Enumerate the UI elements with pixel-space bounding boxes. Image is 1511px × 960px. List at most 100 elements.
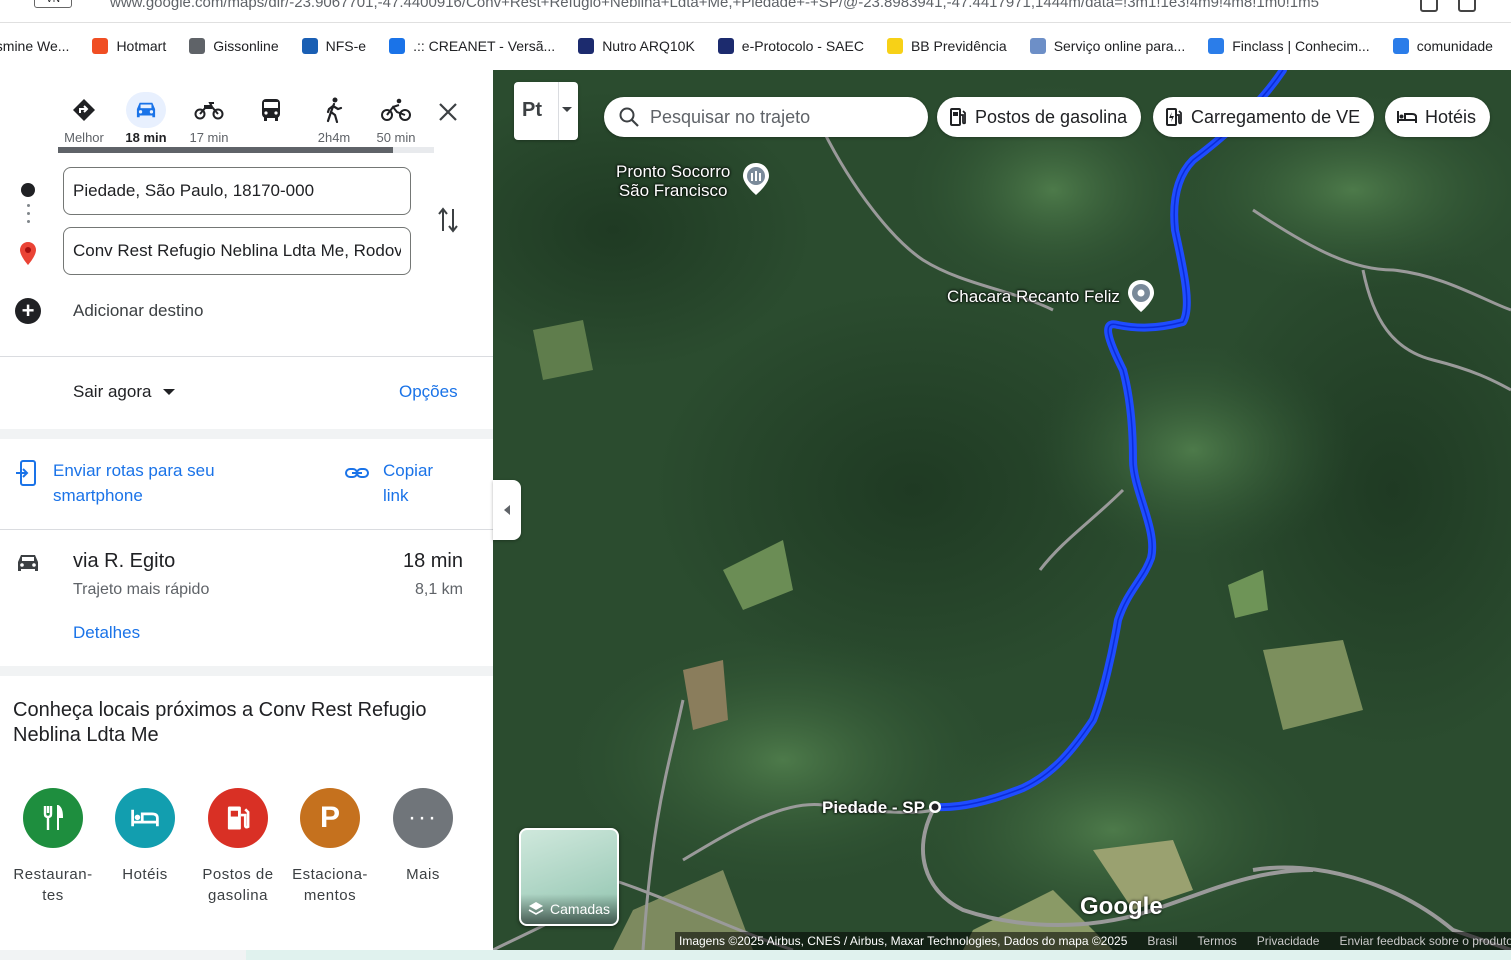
nearby-category[interactable]: P Estaciona- mentos (284, 788, 376, 906)
screenshot-icon[interactable] (1458, 0, 1476, 12)
details-link[interactable]: Detalhes (73, 623, 140, 643)
chip-ev-charging[interactable]: Carregamento de VE (1153, 97, 1375, 137)
add-destination-button[interactable]: + Adicionar destino (15, 298, 203, 324)
caret-down-icon (163, 389, 176, 395)
send-to-phone-button[interactable]: Enviar rotas para seu smartphone (15, 458, 243, 508)
bookmark-item[interactable]: BB Previdência (875, 38, 1018, 54)
bookmark-item[interactable]: Finclass | Conhecim... (1196, 38, 1380, 54)
bookmark-item[interactable]: Hotmart (80, 38, 177, 54)
bookmark-item[interactable]: e-Protocolo - SAEC (706, 38, 875, 54)
chip-hotels[interactable]: Hotéis (1385, 97, 1491, 137)
bookmark-item[interactable]: NFS-e (290, 38, 377, 54)
hotel-icon (115, 788, 175, 848)
pt-label: Pt (522, 99, 542, 121)
send-to-phone-label: Enviar rotas para seu smartphone (53, 461, 215, 505)
bookmark-item[interactable]: Serviço online para... (1018, 38, 1197, 54)
bookmark-favicon-icon (886, 38, 903, 54)
destination-input[interactable] (63, 227, 411, 275)
travel-mode-motorcycle[interactable]: 17 min (184, 92, 234, 145)
bookmark-item[interactable]: comunidade (1381, 38, 1504, 54)
link-icon (345, 468, 369, 478)
address-bar[interactable]: VN www.google.com/maps/dir/-23.9067701,-… (0, 0, 1511, 23)
url-text[interactable]: www.google.com/maps/dir/-23.9067701,-47.… (110, 0, 1319, 11)
hospital-pin-icon[interactable] (741, 162, 771, 196)
layers-button[interactable]: Camadas (519, 828, 619, 926)
route-dots-icon (27, 204, 30, 228)
travel-mode-best[interactable]: Melhor (59, 92, 109, 145)
swap-directions-icon[interactable] (436, 205, 460, 235)
travel-mode-walk[interactable]: 2h4m (309, 92, 359, 145)
collapse-panel-button[interactable] (493, 480, 521, 540)
hotel-icon (1397, 111, 1417, 123)
travel-mode-bike[interactable]: 50 min (371, 92, 421, 145)
bookmark-label: Gissonline (213, 38, 279, 54)
bookmark-item[interactable]: .:: CREANET - Versã... (377, 38, 566, 54)
bookmark-label: asmine We... (0, 38, 70, 54)
car-icon (126, 92, 166, 128)
search-icon (619, 107, 639, 127)
chip-gas-stations[interactable]: Postos de gasolina (937, 97, 1142, 137)
travel-mode-transit[interactable] (246, 92, 296, 130)
nearby-category[interactable]: ··· Mais (377, 788, 469, 885)
terms-link[interactable]: Termos (1197, 934, 1236, 948)
bookmark-item[interactable]: Nutro ARQ10K (566, 38, 706, 54)
chip-hotels-label: Hotéis (1425, 106, 1477, 127)
nearby-category[interactable]: Postos de gasolina (192, 788, 284, 906)
place-origin-city[interactable]: Piedade - SP (822, 798, 925, 818)
bookmark-label: .:: CREANET - Versã... (413, 38, 556, 54)
options-button[interactable]: Opções (399, 382, 458, 402)
search-along-route[interactable] (604, 97, 928, 137)
map-canvas[interactable] (493, 70, 1511, 950)
cast-icon[interactable] (1420, 0, 1438, 12)
transliteration-button[interactable]: Pt (514, 82, 578, 140)
bookmark-label: Hotmart (116, 38, 167, 54)
bookmark-favicon-icon (1392, 38, 1409, 54)
place-pin-icon[interactable] (1126, 279, 1156, 313)
bookmarks-bar: asmine We... Hotmart Gissonline NFS-e .:: CR… (0, 23, 1511, 69)
copy-link-button[interactable]: Copiar link (345, 458, 453, 508)
map-attribution: Imagens ©2025 Airbus, CNES / Airbus, Max… (675, 932, 1511, 950)
travel-mode-selector: Melhor 18 min 17 min 2h4m 50 min (52, 92, 442, 150)
place-hospital[interactable]: Pronto Socorro São Francisco (616, 162, 730, 200)
route-distance: 8,1 km (414, 581, 463, 598)
feedback-link[interactable]: Enviar feedback sobre o produto (1339, 934, 1511, 948)
nearby-category[interactable]: Hotéis (99, 788, 191, 885)
directions-panel: Melhor 18 min 17 min 2h4m 50 min + Adicionar… (0, 70, 493, 960)
bike-icon (371, 92, 421, 128)
google-logo: Google (1080, 893, 1163, 920)
travel-mode-car[interactable]: 18 min (121, 92, 171, 145)
route-subtitle: Trajeto mais rápido (73, 581, 210, 598)
gas-station-icon (950, 108, 966, 126)
route-option[interactable]: via R. Egito Trajeto mais rápido 18 min … (0, 540, 493, 665)
divider (558, 82, 559, 140)
place-farm[interactable]: Chacara Recanto Feliz (947, 287, 1120, 307)
bookmark-label: BB Previdência (910, 38, 1007, 54)
origin-input[interactable] (63, 167, 411, 215)
chip-gas-stations-label: Postos de gasolina (975, 106, 1128, 127)
bookmark-label: Nutro ARQ10K (602, 38, 695, 54)
layers-icon (528, 902, 544, 915)
country-label: Brasil (1147, 934, 1178, 948)
close-icon[interactable] (436, 100, 460, 124)
nearby-category[interactable]: Restauran- tes (7, 788, 99, 906)
bookmark-item[interactable]: asmine We... (0, 38, 80, 54)
destination-pin-icon (20, 242, 36, 265)
motorcycle-icon (184, 92, 234, 128)
privacy-link[interactable]: Privacidade (1257, 934, 1320, 948)
bookmark-item[interactable]: Gissonline (177, 38, 289, 54)
nearby-category-label: Postos de gasolina (202, 866, 274, 904)
copy-link-label: Copiar link (383, 461, 434, 505)
bookmark-label: NFS-e (325, 38, 367, 54)
bottom-strip (0, 950, 1511, 960)
dropdown-icon[interactable] (562, 107, 572, 112)
bookmark-favicon-icon (578, 38, 595, 54)
depart-time-dropdown[interactable]: Sair agora (73, 382, 176, 402)
depart-label: Sair agora (73, 382, 152, 401)
satellite-imagery (493, 70, 1511, 950)
travel-mode-label: 17 min (189, 130, 229, 145)
search-along-route-input[interactable] (648, 105, 912, 129)
add-destination-label: Adicionar destino (73, 301, 204, 320)
loading-progress-fill (58, 147, 393, 153)
more-icon: ··· (393, 788, 453, 848)
divider (0, 529, 493, 530)
